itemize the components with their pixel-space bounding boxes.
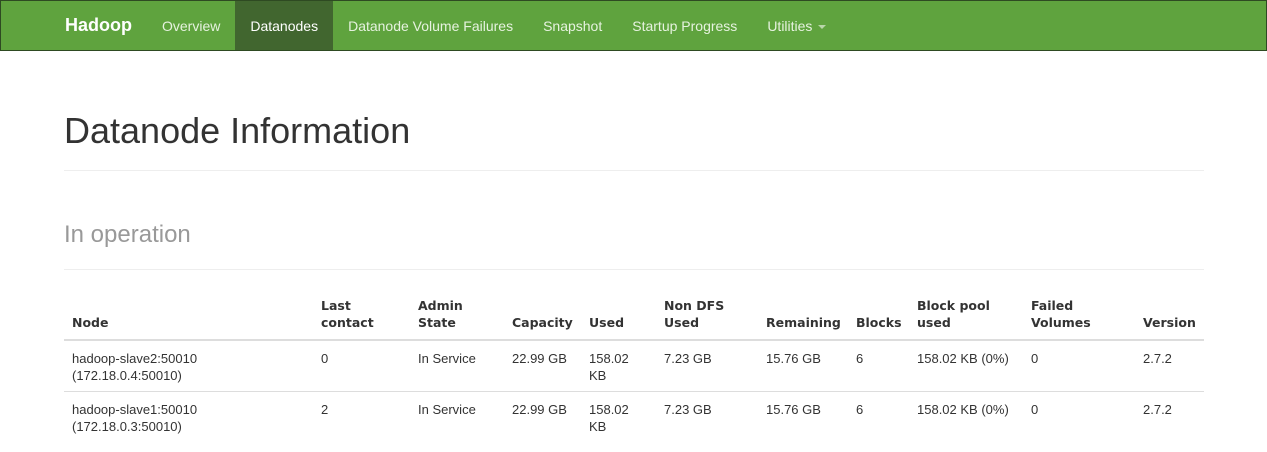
table-row: hadoop-slave1:50010 (172.18.0.3:50010) 2… [64, 391, 1204, 442]
cell-version: 2.7.2 [1143, 351, 1172, 366]
header-block-pool-used: Block pool used [909, 297, 1023, 341]
nav-datanode-volume-failures[interactable]: Datanode Volume Failures [333, 1, 528, 50]
cell-used: 158.02 KB [581, 391, 656, 442]
cell-last-contact: 0 [321, 351, 329, 366]
header-remaining: Remaining [758, 297, 848, 341]
cell-node: hadoop-slave2:50010 (172.18.0.4:50010) [72, 351, 198, 383]
cell-non-dfs-used: 7.23 GB [656, 391, 758, 442]
header-blocks: Blocks [848, 297, 909, 341]
divider [64, 170, 1204, 171]
cell-node: hadoop-slave1:50010 (172.18.0.3:50010) [64, 391, 313, 442]
cell-capacity: 22.99 GB [512, 351, 567, 366]
header-node: Node [64, 297, 313, 341]
brand-link[interactable]: Hadoop [50, 1, 147, 50]
nav-utilities-dropdown[interactable]: Utilities [752, 1, 841, 50]
cell-failed-volumes: 0 [1023, 391, 1135, 442]
cell-remaining: 15.76 GB [766, 351, 821, 366]
cell-blocks: 6 [856, 351, 864, 366]
header-non-dfs-used: Non DFS Used [656, 297, 758, 341]
cell-version: 2.7.2 [1135, 391, 1204, 442]
cell-remaining: 15.76 GB [758, 391, 848, 442]
cell-last-contact: 2 [313, 391, 410, 442]
cell-blocks: 6 [848, 391, 909, 442]
page-title: Datanode Information [64, 110, 411, 151]
header-failed-volumes: Failed Volumes [1023, 297, 1135, 341]
header-used: Used [581, 297, 656, 341]
header-last-contact: Last contact [313, 297, 410, 341]
nav-startup-progress[interactable]: Startup Progress [617, 1, 752, 50]
cell-failed-volumes: 0 [1031, 351, 1039, 366]
section-title: In operation [64, 221, 191, 248]
cell-non-dfs-used: 7.23 GB [664, 351, 712, 366]
nav-datanodes[interactable]: Datanodes [235, 1, 334, 50]
cell-admin-state: In Service [410, 391, 504, 442]
header-capacity: Capacity [504, 297, 581, 341]
nav-snapshot[interactable]: Snapshot [528, 1, 617, 50]
caret-down-icon [818, 24, 827, 29]
nav-utilities-label: Utilities [767, 17, 813, 34]
cell-capacity: 22.99 GB [504, 391, 581, 442]
divider [64, 269, 1204, 270]
cell-block-pool-used: 158.02 KB (0%) [917, 351, 1009, 366]
table-row: hadoop-slave2:50010 (172.18.0.4:50010) 0… [64, 340, 1204, 392]
cell-used: 158.02 KB [589, 351, 629, 383]
table-header-row: Node Last contact Admin State Capacity U… [64, 297, 1204, 341]
header-version: Version [1135, 297, 1204, 341]
header-admin-state: Admin State [410, 297, 504, 341]
datanode-table: Node Last contact Admin State Capacity U… [64, 297, 1204, 442]
navbar: Hadoop Overview Datanodes Datanode Volum… [0, 0, 1267, 51]
nav-overview[interactable]: Overview [147, 1, 235, 50]
cell-admin-state: In Service [418, 351, 476, 366]
cell-block-pool-used: 158.02 KB (0%) [909, 391, 1023, 442]
